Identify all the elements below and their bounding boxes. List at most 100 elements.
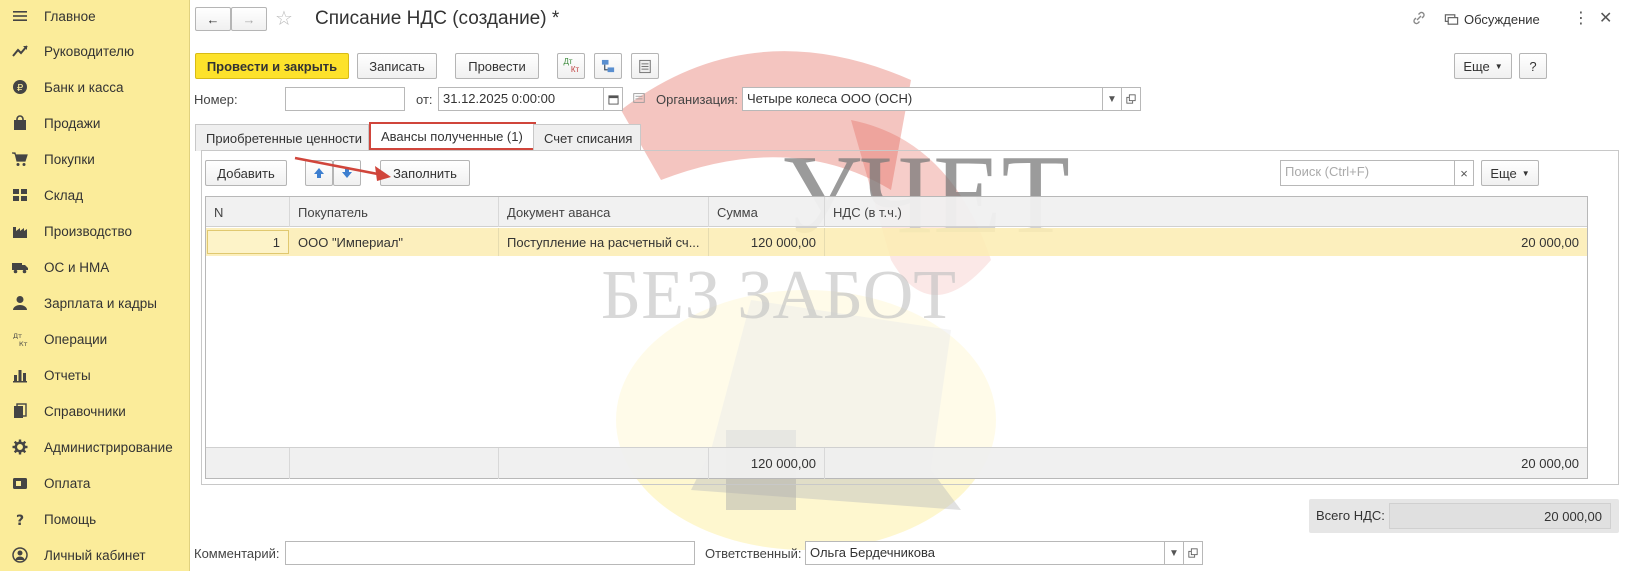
total-vat-box: Всего НДС: 20 000,00 — [1309, 499, 1619, 533]
sidebar-item-salary[interactable]: Зарплата и кадры — [0, 285, 190, 321]
sidebar-item-sales[interactable]: Продажи — [0, 105, 190, 141]
footer-cell-empty — [499, 448, 709, 479]
sidebar-item-fixed-assets[interactable]: ОС и НМА — [0, 249, 190, 285]
number-label: Номер: — [194, 92, 238, 107]
sidebar-item-label: Администрирование — [44, 439, 173, 455]
table-more-button[interactable]: Еще ▼ — [1481, 160, 1539, 186]
organization-field[interactable]: Четыре колеса ООО (ОСН) — [742, 87, 1103, 111]
back-button[interactable]: ← — [195, 7, 231, 31]
sidebar-item-help[interactable]: ? Помощь — [0, 501, 190, 537]
sidebar-item-label: Зарплата и кадры — [44, 295, 157, 311]
comment-field[interactable] — [285, 541, 695, 565]
sidebar: Главное Руководителю ₽ Банк и касса Прод… — [0, 0, 190, 571]
responsible-open-icon[interactable] — [1183, 541, 1203, 565]
gear-icon — [10, 437, 30, 457]
table-more-label: Еще — [1490, 165, 1517, 181]
more-button[interactable]: Еще ▼ — [1454, 53, 1512, 79]
favorite-star-icon[interactable]: ☆ — [275, 6, 299, 30]
table-row[interactable]: 1 ООО "Империал" Поступление на расчетны… — [206, 228, 1587, 256]
sidebar-item-label: Отчеты — [44, 367, 91, 383]
person-icon — [10, 293, 30, 313]
cell-buyer[interactable]: ООО "Империал" — [290, 228, 499, 256]
sidebar-item-label: Руководителю — [44, 43, 135, 59]
sidebar-item-main[interactable]: Главное — [0, 0, 190, 34]
sidebar-item-label: Помощь — [44, 511, 97, 527]
column-header-n[interactable]: N — [206, 197, 290, 227]
sidebar-item-production[interactable]: Производство — [0, 213, 190, 249]
sidebar-item-label: Производство — [44, 223, 133, 239]
structure-button[interactable] — [594, 53, 622, 79]
sidebar-item-cabinet[interactable]: Личный кабинет — [0, 537, 190, 573]
chevron-down-icon: ▼ — [1494, 61, 1503, 71]
svg-text:₽: ₽ — [17, 83, 24, 94]
dt-kt-button[interactable]: Дт Кт — [557, 53, 585, 79]
shopping-bag-icon — [10, 113, 30, 133]
calendar-icon[interactable] — [603, 87, 623, 111]
post-and-close-button[interactable]: Провести и закрыть — [195, 53, 349, 79]
date-from-label: от: — [416, 92, 433, 107]
sidebar-item-payment[interactable]: Оплата — [0, 465, 190, 501]
trend-up-icon — [10, 41, 30, 61]
ruble-coin-icon: ₽ — [10, 77, 30, 97]
sidebar-item-label: Продажи — [44, 115, 101, 131]
save-button[interactable]: Записать — [357, 53, 437, 79]
advances-table: N Покупатель Документ аванса Сумма НДС (… — [205, 196, 1588, 479]
books-icon — [10, 401, 30, 421]
add-button[interactable]: Добавить — [205, 160, 287, 186]
sidebar-item-reports[interactable]: Отчеты — [0, 357, 190, 393]
sidebar-item-label: ОС и НМА — [44, 259, 110, 275]
sidebar-item-label: Операции — [44, 331, 108, 347]
column-header-document[interactable]: Документ аванса — [499, 197, 709, 227]
sidebar-item-label: Покупки — [44, 151, 95, 167]
sidebar-item-label: Склад — [44, 187, 84, 203]
kt-label: Кт — [570, 65, 580, 74]
close-icon[interactable]: ✕ — [1599, 8, 1612, 28]
user-circle-icon — [10, 545, 30, 565]
clear-search-button[interactable]: × — [1454, 160, 1474, 186]
sidebar-item-directories[interactable]: Справочники — [0, 393, 190, 429]
tab-write-off-account[interactable]: Счет списания — [533, 124, 641, 151]
responsible-dropdown-icon[interactable]: ▼ — [1164, 541, 1184, 565]
forward-button[interactable]: → — [231, 7, 267, 31]
link-icon[interactable] — [1411, 10, 1431, 30]
cart-icon — [10, 149, 30, 169]
truck-icon — [10, 257, 30, 277]
document-icon — [632, 91, 648, 107]
footer-cell-empty — [290, 448, 499, 479]
sidebar-item-admin[interactable]: Администрирование — [0, 429, 190, 465]
tab-advances-received[interactable]: Авансы полученные (1) — [369, 122, 536, 150]
more-label: Еще — [1463, 58, 1490, 74]
sidebar-item-label: Справочники — [44, 403, 126, 419]
factory-icon — [10, 221, 30, 241]
cell-document[interactable]: Поступление на расчетный сч... — [499, 228, 709, 256]
discussion-button[interactable]: Обсуждение — [1444, 12, 1540, 27]
organization-dropdown-icon[interactable]: ▼ — [1102, 87, 1122, 111]
more-vertical-icon[interactable]: ⋮ — [1573, 8, 1589, 28]
print-list-button[interactable] — [631, 53, 659, 79]
document-form: УЧЕТ БЕЗ ЗАБОТ ← → ☆ Списание НДС (созда… — [191, 0, 1627, 571]
column-header-vat[interactable]: НДС (в т.ч.) — [825, 197, 1587, 227]
sidebar-item-bank[interactable]: ₽ Банк и касса — [0, 69, 190, 105]
sidebar-item-operations[interactable]: Дт Кт Операции — [0, 321, 190, 357]
search-input[interactable]: Поиск (Ctrl+F) — [1280, 160, 1455, 186]
organization-open-icon[interactable] — [1121, 87, 1141, 111]
total-vat-value: 20 000,00 — [1389, 503, 1611, 529]
column-header-buyer[interactable]: Покупатель — [290, 197, 499, 227]
cell-vat[interactable]: 20 000,00 — [825, 228, 1587, 256]
help-button[interactable]: ? — [1519, 53, 1547, 79]
table-header: N Покупатель Документ аванса Сумма НДС (… — [206, 197, 1587, 227]
number-field[interactable] — [285, 87, 405, 111]
sidebar-item-director[interactable]: Руководителю — [0, 33, 190, 69]
date-field[interactable]: 31.12.2025 0:00:00 — [438, 87, 604, 111]
table-footer: 120 000,00 20 000,00 — [206, 447, 1587, 479]
responsible-field[interactable]: Ольга Бердечникова — [805, 541, 1165, 565]
cell-sum[interactable]: 120 000,00 — [709, 228, 825, 256]
sidebar-item-purchases[interactable]: Покупки — [0, 141, 190, 177]
sidebar-item-warehouse[interactable]: Склад — [0, 177, 190, 213]
post-button[interactable]: Провести — [455, 53, 539, 79]
cell-n[interactable]: 1 — [207, 230, 289, 254]
warehouse-grid-icon — [10, 185, 30, 205]
tab-acquired-values[interactable]: Приобретенные ценности — [195, 124, 369, 151]
column-header-sum[interactable]: Сумма — [709, 197, 825, 227]
svg-text:?: ? — [16, 513, 24, 527]
